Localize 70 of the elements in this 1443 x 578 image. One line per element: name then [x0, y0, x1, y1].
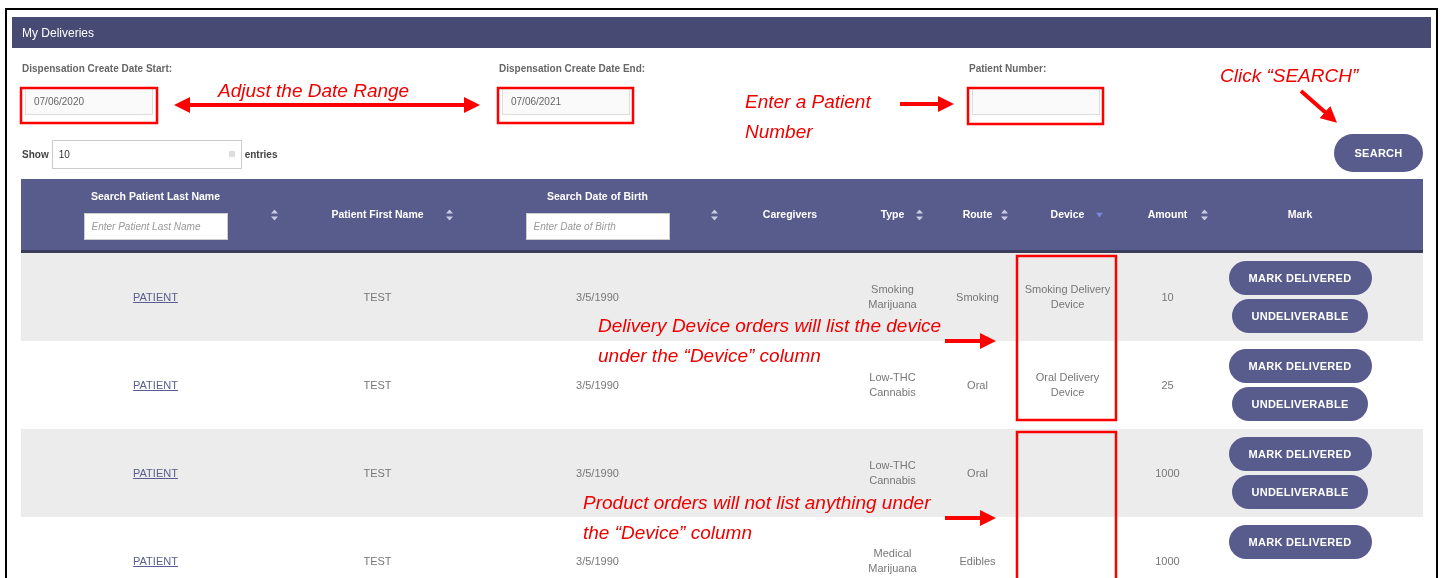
annotation-text: Click “SEARCH”: [1220, 64, 1360, 88]
table-cell: Smoking: [956, 289, 999, 305]
table-cell: 10: [1161, 289, 1174, 305]
column-header: Device: [1050, 206, 1085, 222]
column-header: Caregivers: [762, 206, 818, 222]
table-cell: 1000: [1155, 465, 1180, 481]
column-header: Search Date of Birth: [547, 188, 648, 204]
table-cell-text: Medical Marijuana: [867, 546, 918, 576]
table-cell: Edibles: [959, 553, 996, 569]
patient-link[interactable]: PATIENT: [133, 552, 178, 570]
arrow: [945, 510, 996, 526]
search-button[interactable]: SEARCH: [1334, 134, 1423, 172]
undeliverable-button[interactable]: UNDELIVERABLE: [1232, 387, 1368, 421]
table-cell: 3/5/1990: [576, 377, 619, 393]
date-field[interactable]: 07/06/2020: [25, 87, 153, 115]
mark-delivered-button[interactable]: MARK DELIVERED: [1228, 525, 1372, 559]
column-header: Route: [962, 206, 993, 222]
patient-link[interactable]: PATIENT: [133, 288, 178, 306]
annotation-text: Adjust the Date Range: [218, 79, 411, 103]
table-cell: 3/5/1990: [576, 289, 619, 305]
arrow: [945, 333, 996, 349]
table-cell-text: Smoking Delivery Device: [1023, 282, 1112, 312]
table-cell: TEST: [363, 377, 392, 393]
mark-delivered-button[interactable]: MARK DELIVERED: [1228, 437, 1372, 471]
annotation-text: Delivery Device orders will list the device under the “Device” column: [598, 314, 943, 368]
table-cell-text: Oral Delivery Device: [1034, 370, 1101, 400]
arrow: [1299, 89, 1337, 123]
sort-icon[interactable]: [446, 209, 453, 220]
mark-delivered-button[interactable]: MARK DELIVERED: [1228, 349, 1372, 383]
undeliverable-button[interactable]: UNDELIVERABLE: [1232, 299, 1368, 333]
entries-label: entries: [244, 147, 278, 162]
sort-icon[interactable]: [1001, 209, 1008, 220]
field-label: Patient Number:: [969, 62, 1048, 76]
table-cell: 3/5/1990: [576, 465, 619, 481]
show-label: Show: [22, 147, 49, 162]
annotation-text: Product orders will not list anything under the “Device” column: [583, 491, 932, 545]
patient-link[interactable]: PATIENT: [133, 464, 178, 482]
select-handle-icon: [228, 151, 235, 157]
column-header: Amount: [1147, 206, 1188, 222]
sort-icon[interactable]: [1201, 209, 1208, 220]
column-filter-field[interactable]: Enter Date of Birth: [525, 213, 670, 241]
column-header: Search Patient Last Name: [91, 188, 220, 204]
window-title: My Deliveries: [22, 24, 94, 42]
column-header: Type: [880, 206, 905, 222]
table-cell: Oral: [967, 377, 988, 393]
table-cell-text: Low-THC Cannabis: [868, 370, 917, 400]
undeliverable-button[interactable]: UNDELIVERABLE: [1232, 475, 1368, 509]
sort-icon[interactable]: [271, 209, 278, 220]
arrow: [900, 96, 954, 112]
column-filter-field[interactable]: Enter Patient Last Name: [83, 213, 228, 241]
mark-delivered-button[interactable]: MARK DELIVERED: [1228, 261, 1372, 295]
sort-icon[interactable]: [711, 209, 718, 220]
table-cell-text: Low-THC Cannabis: [868, 458, 917, 488]
table-cell: Oral: [967, 465, 988, 481]
table-cell: 1000: [1155, 553, 1180, 569]
column-header: Patient First Name: [331, 206, 424, 222]
field-label: Dispensation Create Date End:: [499, 62, 647, 76]
table-cell: 3/5/1990: [576, 553, 619, 569]
patient-link[interactable]: PATIENT: [133, 376, 178, 394]
field-label: Dispensation Create Date Start:: [22, 62, 174, 76]
sort-icon[interactable]: [916, 209, 923, 220]
column-header: Mark: [1287, 206, 1313, 222]
date-field[interactable]: 07/06/2021: [502, 87, 630, 115]
entries-select[interactable]: 10: [51, 139, 242, 169]
table-cell: TEST: [363, 553, 392, 569]
table-cell: TEST: [363, 465, 392, 481]
annotation-text: Enter a Patient Number: [745, 90, 873, 144]
table-cell-text: Smoking Marijuana: [867, 282, 918, 312]
table-cell: 25: [1161, 377, 1174, 393]
table-cell: TEST: [363, 289, 392, 305]
